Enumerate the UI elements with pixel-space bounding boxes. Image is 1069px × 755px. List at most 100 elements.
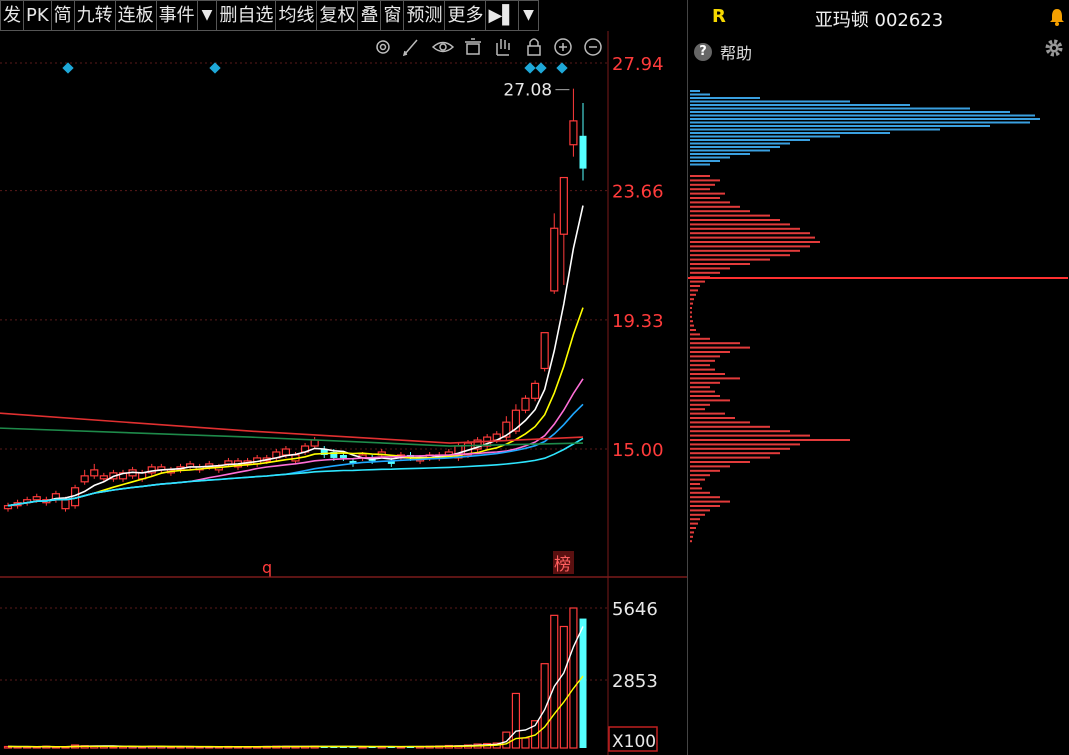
volume-bar (521, 737, 530, 749)
candle[interactable] (579, 102, 587, 181)
chip-bar-loss (690, 518, 700, 521)
chip-bar-loss (690, 496, 720, 499)
candle[interactable] (473, 437, 482, 452)
candle[interactable] (310, 437, 319, 449)
trash-icon[interactable] (465, 38, 481, 55)
chip-bar-loss (690, 197, 720, 199)
event-diamond-marker[interactable] (535, 62, 547, 74)
chip-bar-profit (690, 125, 990, 127)
dragon-tiger-badge[interactable]: 榜 (554, 555, 571, 575)
settings-icon[interactable] (376, 40, 390, 54)
event-diamond-marker[interactable] (556, 62, 568, 74)
toolbar-item-3[interactable]: 九转 (74, 0, 116, 31)
candle[interactable] (540, 332, 549, 372)
candle[interactable] (550, 213, 559, 294)
chip-bar-profit (690, 139, 810, 141)
volume-unit-label: X100 (612, 732, 656, 752)
chip-bar-loss (690, 487, 702, 490)
chip-bar-loss (690, 307, 692, 309)
chip-bar-loss (690, 386, 710, 389)
chip-bar-loss (690, 469, 720, 472)
toolbar-item-15[interactable]: ▼ (519, 0, 539, 31)
chip-bar-loss (690, 381, 720, 384)
toolbar-item-12[interactable]: 预测 (404, 0, 446, 31)
chip-bar-loss (690, 236, 815, 239)
candle[interactable] (569, 88, 578, 157)
candle[interactable] (157, 463, 166, 473)
chip-bar-profit (690, 142, 790, 145)
chip-bar-loss (690, 412, 725, 415)
event-diamond-marker[interactable] (209, 62, 221, 74)
toolbar-item-14[interactable]: ▶▌ (486, 0, 520, 31)
hand-pan-icon[interactable] (496, 39, 510, 56)
chip-bar-profit (690, 93, 710, 96)
chip-bar-loss (690, 298, 694, 301)
chip-bar-loss (690, 227, 800, 230)
chip-bar-loss (690, 280, 705, 283)
chip-bar-profit (690, 128, 940, 131)
chip-bar-loss (690, 452, 780, 455)
candle[interactable] (90, 463, 99, 479)
chip-bar-loss (690, 417, 735, 419)
chip-bar-loss (690, 258, 770, 261)
chip-bar-loss (690, 364, 710, 367)
toolbar-item-4[interactable]: 连板 (115, 0, 157, 31)
toolbar-item-7[interactable]: 删自选 (217, 0, 277, 31)
toolbar-item-9[interactable]: 复权 (317, 0, 359, 31)
volume-bar (559, 625, 568, 749)
chip-bar-loss (690, 285, 700, 287)
kline-chart[interactable]: 27.94 23.66 19.33 15.00 5646 2853 X100 27.08 q 榜 (0, 31, 687, 755)
chip-bar-loss (690, 483, 700, 485)
candle[interactable] (23, 496, 32, 506)
candle[interactable] (147, 463, 156, 476)
chip-bar-loss (690, 254, 790, 257)
toolbar-item-10[interactable]: 叠 (358, 0, 382, 31)
candle[interactable] (80, 469, 89, 485)
chip-bar-loss (690, 465, 730, 468)
eye-icon[interactable] (431, 41, 455, 53)
price-axis-label: 19.33 (612, 311, 664, 332)
toolbar-item-5[interactable]: 事件 (156, 0, 198, 31)
event-diamond-marker[interactable] (524, 62, 536, 74)
candle[interactable] (320, 446, 328, 458)
candle[interactable] (185, 460, 195, 470)
toolbar: 发 PK 简九转 连板 事件 ▼ 删自选 均线 复权叠窗预测 更多 ▶▌ ▼ (0, 0, 608, 31)
toolbar-item-6[interactable]: ▼ (197, 0, 218, 31)
candle[interactable] (559, 176, 568, 285)
chip-bar-loss (690, 443, 800, 446)
chip-bar-loss (690, 509, 710, 512)
draw-pen-icon[interactable] (402, 39, 418, 57)
candle[interactable] (521, 395, 530, 414)
volume-axis-label: 5646 (612, 599, 658, 620)
zoom-in-icon[interactable] (554, 38, 572, 56)
chip-bar-loss (690, 289, 698, 292)
chip-bar-loss (690, 535, 693, 538)
chip-bar-loss (690, 399, 730, 402)
chip-bar-loss (690, 522, 698, 525)
price-axis-label: 23.66 (612, 182, 664, 203)
chip-bar-loss (690, 478, 705, 481)
toolbar-item-1[interactable]: PK (24, 0, 52, 31)
chip-bar-profit (690, 114, 1035, 117)
toolbar-item-8[interactable]: 均线 (276, 0, 318, 31)
toolbar-item-2[interactable]: 简 (51, 0, 75, 31)
chip-histogram (688, 90, 1068, 543)
chip-bar-profit (690, 146, 780, 148)
event-marker-q[interactable]: q (262, 558, 272, 577)
chip-bar-profit (690, 104, 910, 106)
chip-bar-profit (690, 132, 890, 134)
zoom-out-icon[interactable] (584, 38, 602, 56)
toolbar-item-0[interactable]: 发 (0, 0, 24, 31)
chip-bar-loss (690, 461, 750, 463)
candle[interactable] (51, 490, 61, 503)
chip-bar-loss (690, 355, 720, 358)
candle[interactable] (3, 502, 13, 512)
lock-icon[interactable] (527, 38, 541, 56)
toolbar-item-13[interactable]: 更多 (445, 0, 487, 31)
event-diamond-marker[interactable] (62, 62, 74, 74)
chip-bar-loss (690, 425, 770, 428)
chip-bar-loss (690, 408, 705, 411)
toolbar-item-11[interactable]: 窗 (381, 0, 405, 31)
candle[interactable] (118, 469, 128, 482)
candle[interactable] (530, 380, 540, 402)
